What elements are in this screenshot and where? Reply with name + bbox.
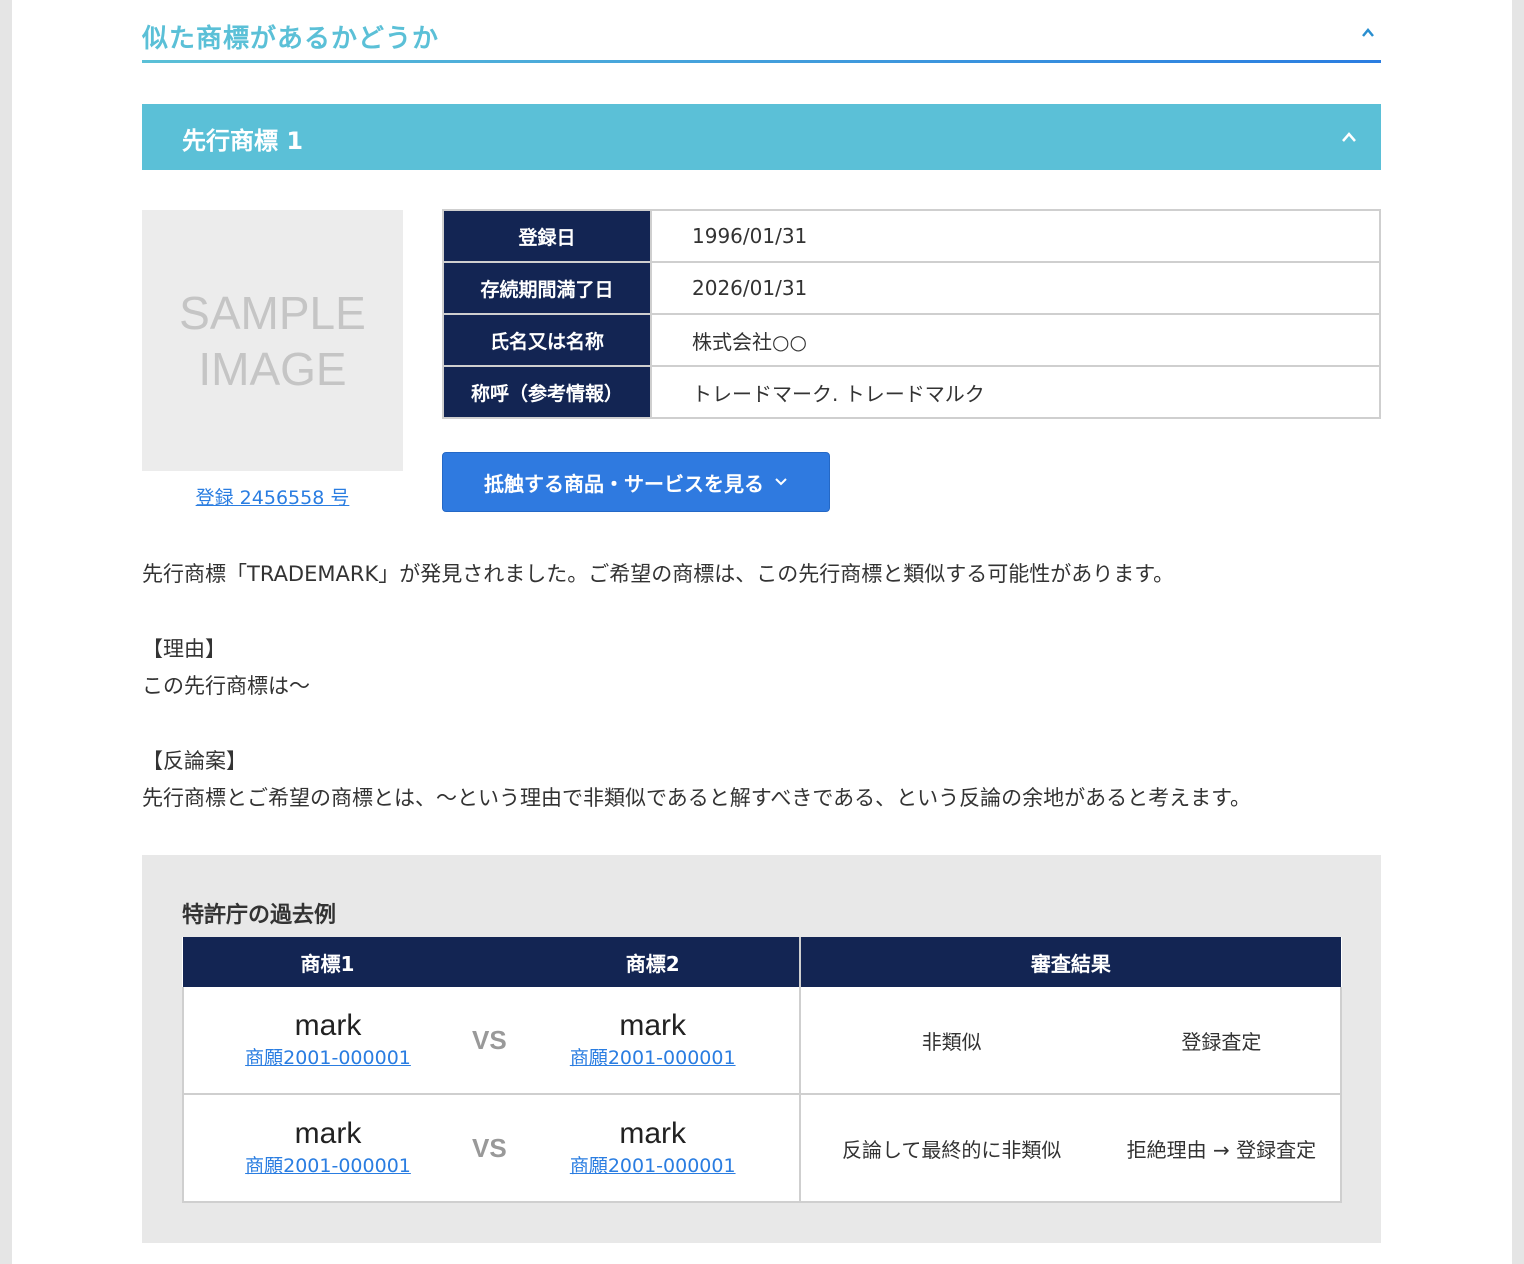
table-header-row: 商標1 商標2 審査結果	[183, 937, 1341, 987]
prior-trademark-title: 先行商標 1	[182, 127, 304, 155]
chevron-up-icon[interactable]	[1361, 26, 1375, 40]
reason-text: この先行商標は〜	[142, 674, 310, 698]
view-conflicting-goods-button[interactable]: 抵触する商品・サービスを見る	[442, 452, 830, 512]
header-mark1: 商標1	[183, 937, 472, 987]
past-cases-panel: 特許庁の過去例 商標1 商標2 審査結果 mark 商願2001-000001 …	[142, 855, 1381, 1243]
section-title: 似た商標があるかどうか	[142, 24, 440, 54]
past-cases-title: 特許庁の過去例	[182, 903, 337, 928]
mark1-application-link[interactable]: 商願2001-000001	[184, 1044, 472, 1072]
goods-button-label: 抵触する商品・サービスを見る	[484, 471, 764, 496]
mark2-application-link[interactable]: 商願2001-000001	[507, 1044, 799, 1072]
finding-text: 先行商標「TRADEMARK」が発見されました。ご希望の商標は、この先行商標と類…	[142, 562, 1175, 586]
prior-trademark-bar[interactable]: 先行商標 1	[142, 104, 1381, 170]
trademark-info-table: 登録日 1996/01/31 存続期間満了日 2026/01/31 氏名又は名称…	[442, 209, 1381, 419]
table-row: mark 商願2001-000001 VS mark 商願2001-000001…	[182, 1094, 1343, 1203]
mark2-application-link[interactable]: 商願2001-000001	[507, 1152, 799, 1180]
info-row: 氏名又は名称 株式会社○○	[442, 313, 1381, 367]
registration-number-link[interactable]: 登録 2456558 号	[142, 483, 403, 510]
info-value: トレードマーク. トレードマルク	[650, 365, 1381, 419]
image-placeholder-line2: IMAGE	[198, 342, 347, 395]
info-value: 株式会社○○	[650, 313, 1381, 367]
table-row: mark 商願2001-000001 VS mark 商願2001-000001…	[182, 987, 1343, 1095]
similar-section-header[interactable]: 似た商標があるかどうか	[142, 0, 1381, 64]
past-cases-table: 商標1 商標2 審査結果 mark 商願2001-000001 VS mark …	[182, 937, 1343, 1203]
trademark-image: SAMPLE IMAGE	[142, 210, 403, 471]
info-row: 称呼（参考情報） トレードマーク. トレードマルク	[442, 365, 1381, 419]
info-label: 登録日	[442, 209, 652, 263]
mark2-word: mark	[619, 1117, 687, 1150]
vs-label: VS	[472, 1094, 507, 1203]
info-value: 1996/01/31	[650, 209, 1381, 263]
chevron-down-icon	[775, 478, 787, 486]
info-row: 登録日 1996/01/31	[442, 209, 1381, 263]
section-underline	[142, 60, 1381, 63]
info-value: 2026/01/31	[650, 261, 1381, 315]
rebuttal-heading: 【反論案】	[142, 749, 247, 773]
mark1-word: mark	[294, 1117, 362, 1150]
chevron-up-icon[interactable]	[1341, 130, 1357, 144]
info-label: 存続期間満了日	[442, 261, 652, 315]
vs-label: VS	[472, 987, 507, 1095]
mark2-word: mark	[619, 1009, 687, 1042]
info-label: 称呼（参考情報）	[442, 365, 652, 419]
reason-heading: 【理由】	[142, 637, 226, 661]
mark1-word: mark	[294, 1009, 362, 1042]
outcome-cell: 登録査定	[1102, 987, 1343, 1095]
judgment-cell: 非類似	[798, 987, 1103, 1095]
header-mark2: 商標2	[506, 937, 800, 987]
rebuttal-text: 先行商標とご希望の商標とは、〜という理由で非類似であると解すべきである、という反…	[142, 786, 1252, 810]
info-row: 存続期間満了日 2026/01/31	[442, 261, 1381, 315]
outcome-cell: 拒絶理由 → 登録査定	[1102, 1094, 1343, 1203]
judgment-cell: 反論して最終的に非類似	[798, 1094, 1103, 1203]
info-label: 氏名又は名称	[442, 313, 652, 367]
image-placeholder-line1: SAMPLE	[179, 286, 366, 339]
mark1-application-link[interactable]: 商願2001-000001	[184, 1152, 472, 1180]
page: 似た商標があるかどうか 先行商標 1 SAMPLE IMAGE 登録 24565…	[12, 0, 1512, 1264]
header-result: 審査結果	[798, 937, 1341, 987]
